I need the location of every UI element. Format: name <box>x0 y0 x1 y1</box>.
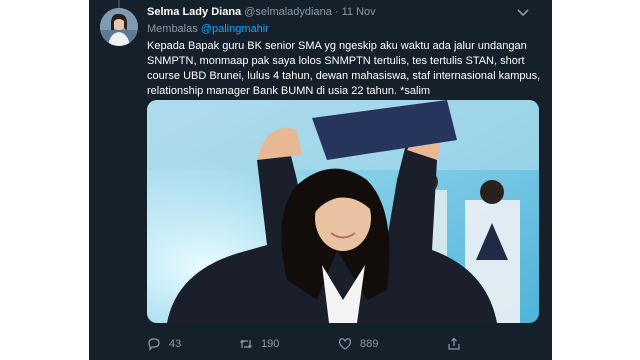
tweet-actions: 43 190 889 <box>147 336 547 352</box>
reply-icon <box>148 338 160 351</box>
reply-context: Membalas @palingmahir <box>147 23 269 35</box>
tweet-card: Selma Lady Diana @selmaladydiana · 11 No… <box>89 0 552 360</box>
share-button[interactable] <box>447 336 469 352</box>
author-handle[interactable]: @selmaladydiana <box>244 6 332 18</box>
thread-line <box>118 0 120 8</box>
reply-mention-link[interactable]: @palingmahir <box>201 23 269 35</box>
chevron-down-icon[interactable] <box>516 8 530 18</box>
reply-prefix: Membalas <box>147 23 201 35</box>
separator: · <box>334 6 339 18</box>
retweet-icon <box>240 339 252 349</box>
retweet-button[interactable]: 190 <box>239 336 279 352</box>
like-button[interactable]: 889 <box>338 336 378 352</box>
tweet-text: Kepada Bapak guru BK senior SMA yg ngesk… <box>147 40 541 97</box>
avatar[interactable] <box>100 8 138 46</box>
tweet-header: Selma Lady Diana @selmaladydiana · 11 No… <box>147 6 542 22</box>
heart-icon <box>338 338 352 350</box>
tweet-photo[interactable] <box>147 100 539 323</box>
author-name[interactable]: Selma Lady Diana <box>147 6 241 18</box>
retweet-count: 190 <box>261 338 280 350</box>
reply-count: 43 <box>169 338 182 350</box>
share-icon <box>448 337 460 350</box>
tweet-date[interactable]: 11 Nov <box>342 6 376 18</box>
like-count: 889 <box>360 338 379 350</box>
reply-button[interactable]: 43 <box>147 336 181 352</box>
